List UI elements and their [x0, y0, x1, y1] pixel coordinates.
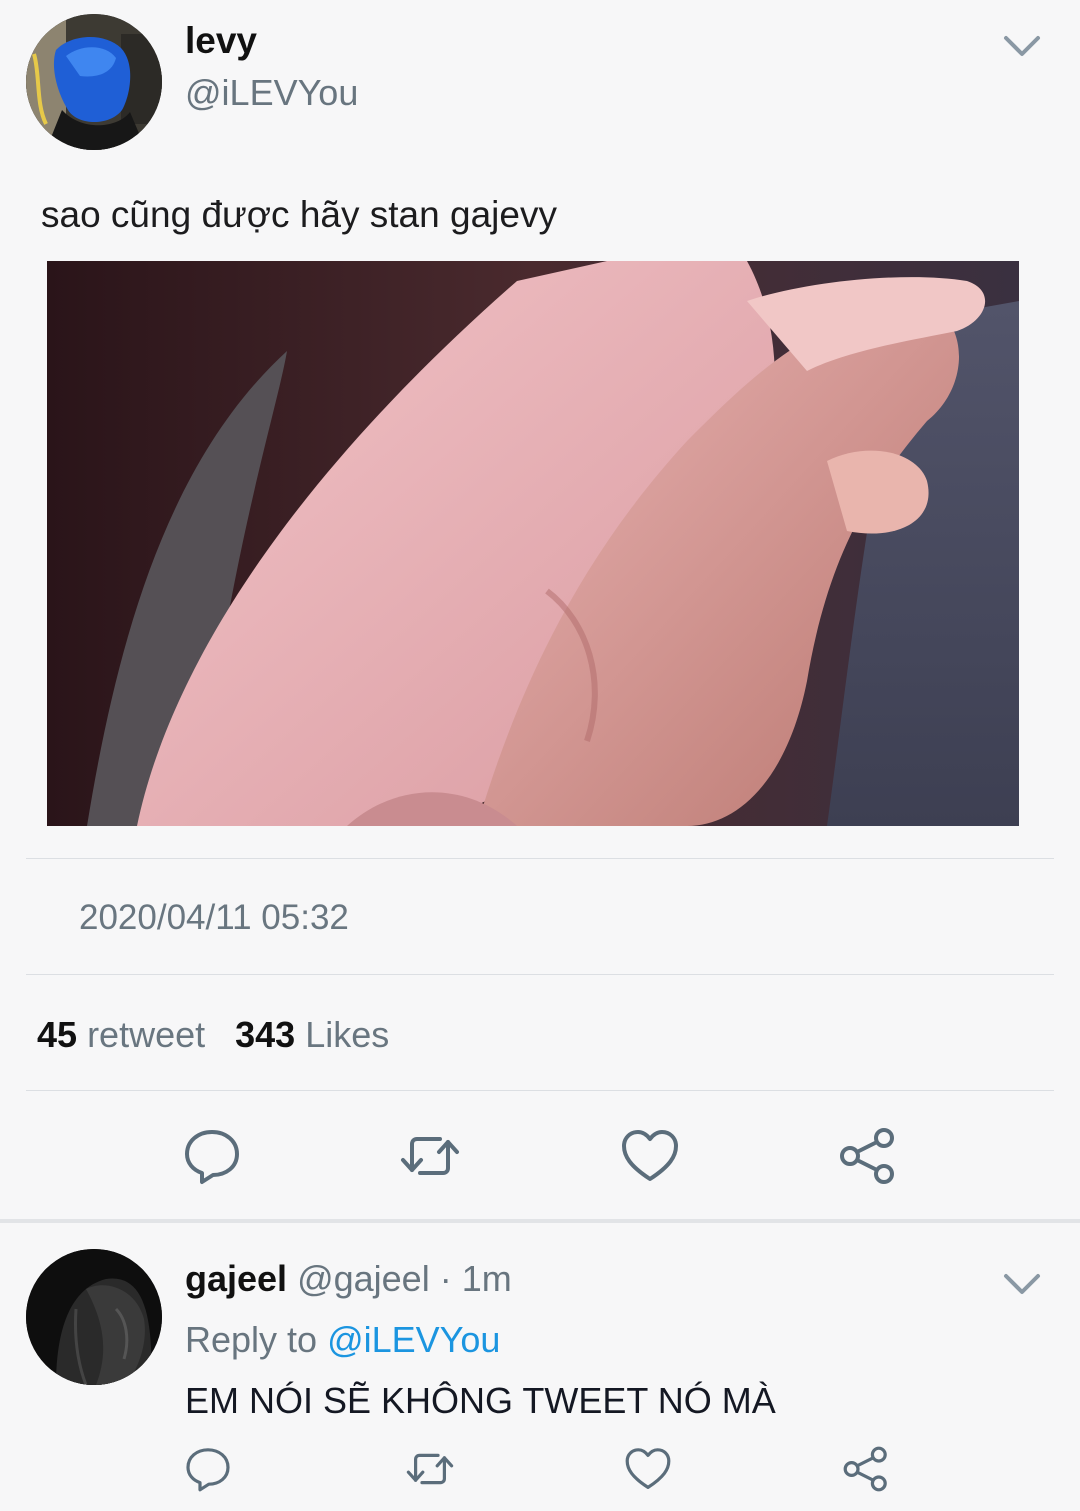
likes-count[interactable]: 343	[235, 1014, 295, 1055]
main-tweet: levy @iLEVYou sao cũng được hãy stan gaj…	[0, 0, 1080, 1222]
author-avatar[interactable]	[26, 14, 162, 150]
likes-label[interactable]: Likes	[305, 1014, 389, 1055]
reply-icon[interactable]	[182, 1126, 242, 1186]
divider	[26, 858, 1054, 859]
divider	[26, 974, 1054, 975]
reply-to-label: Reply to	[185, 1319, 328, 1360]
tweet-timestamp: 2020/04/11 05:32	[79, 898, 349, 937]
chevron-down-icon[interactable]	[1002, 1270, 1042, 1298]
reply-author-name[interactable]: gajeel	[185, 1258, 287, 1299]
tweet-stats: 45 retweet 343 Likes	[37, 1014, 389, 1056]
reply-text: EM NÓI SẼ KHÔNG TWEET NÓ MÀ	[185, 1380, 776, 1421]
reply-to-line: Reply to @iLEVYou	[185, 1319, 500, 1361]
reply-to-handle[interactable]: @iLEVYou	[327, 1319, 500, 1360]
avatar-image	[26, 14, 162, 150]
chevron-down-icon[interactable]	[1002, 32, 1042, 60]
avatar-image	[26, 1249, 162, 1385]
reply-author-handle[interactable]: @gajeel	[297, 1258, 430, 1299]
photo-image	[47, 261, 1019, 826]
divider	[26, 1090, 1054, 1091]
retweet-label[interactable]: retweet	[87, 1014, 205, 1055]
retweet-icon[interactable]	[406, 1445, 454, 1493]
tweet-text: sao cũng được hãy stan gajevy	[41, 194, 557, 235]
retweet-count[interactable]: 45	[37, 1014, 77, 1055]
like-icon[interactable]	[620, 1126, 680, 1186]
reply-tweet[interactable]: gajeel @gajeel · 1m Reply to @iLEVYou EM…	[0, 1223, 1080, 1511]
retweet-icon[interactable]	[400, 1126, 460, 1186]
share-icon[interactable]	[842, 1445, 890, 1493]
reply-header: gajeel @gajeel · 1m	[185, 1258, 512, 1300]
author-handle[interactable]: @iLEVYou	[185, 72, 358, 114]
share-icon[interactable]	[838, 1126, 898, 1186]
author-name[interactable]: levy	[185, 20, 257, 62]
time-separator: ·	[429, 1258, 462, 1299]
reply-author-avatar[interactable]	[26, 1249, 162, 1385]
reply-icon[interactable]	[184, 1445, 232, 1493]
like-icon[interactable]	[624, 1445, 672, 1493]
tweet-photo[interactable]	[47, 261, 1019, 826]
reply-time: 1m	[461, 1258, 512, 1299]
